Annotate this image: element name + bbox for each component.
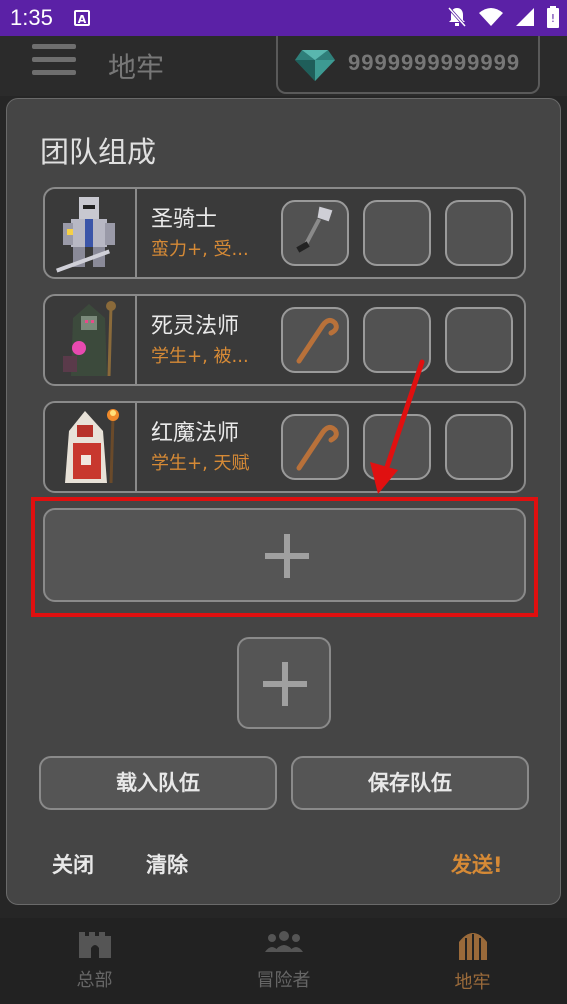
bottom-nav: 总部 冒险者 地牢 — [0, 918, 567, 1004]
nav-item-adventurers[interactable]: 冒险者 — [189, 928, 378, 992]
dungeon-gate-icon — [458, 933, 487, 960]
castle-icon — [78, 932, 111, 958]
nav-label: 地牢 — [454, 972, 491, 993]
nav-label: 冒险者 — [256, 970, 311, 991]
red-arrow-annotation — [370, 359, 425, 494]
nav-item-headquarters[interactable]: 总部 — [0, 928, 189, 992]
nav-item-dungeon[interactable]: 地牢 — [378, 928, 567, 994]
nav-label: 总部 — [76, 970, 113, 991]
people-icon — [264, 931, 303, 952]
